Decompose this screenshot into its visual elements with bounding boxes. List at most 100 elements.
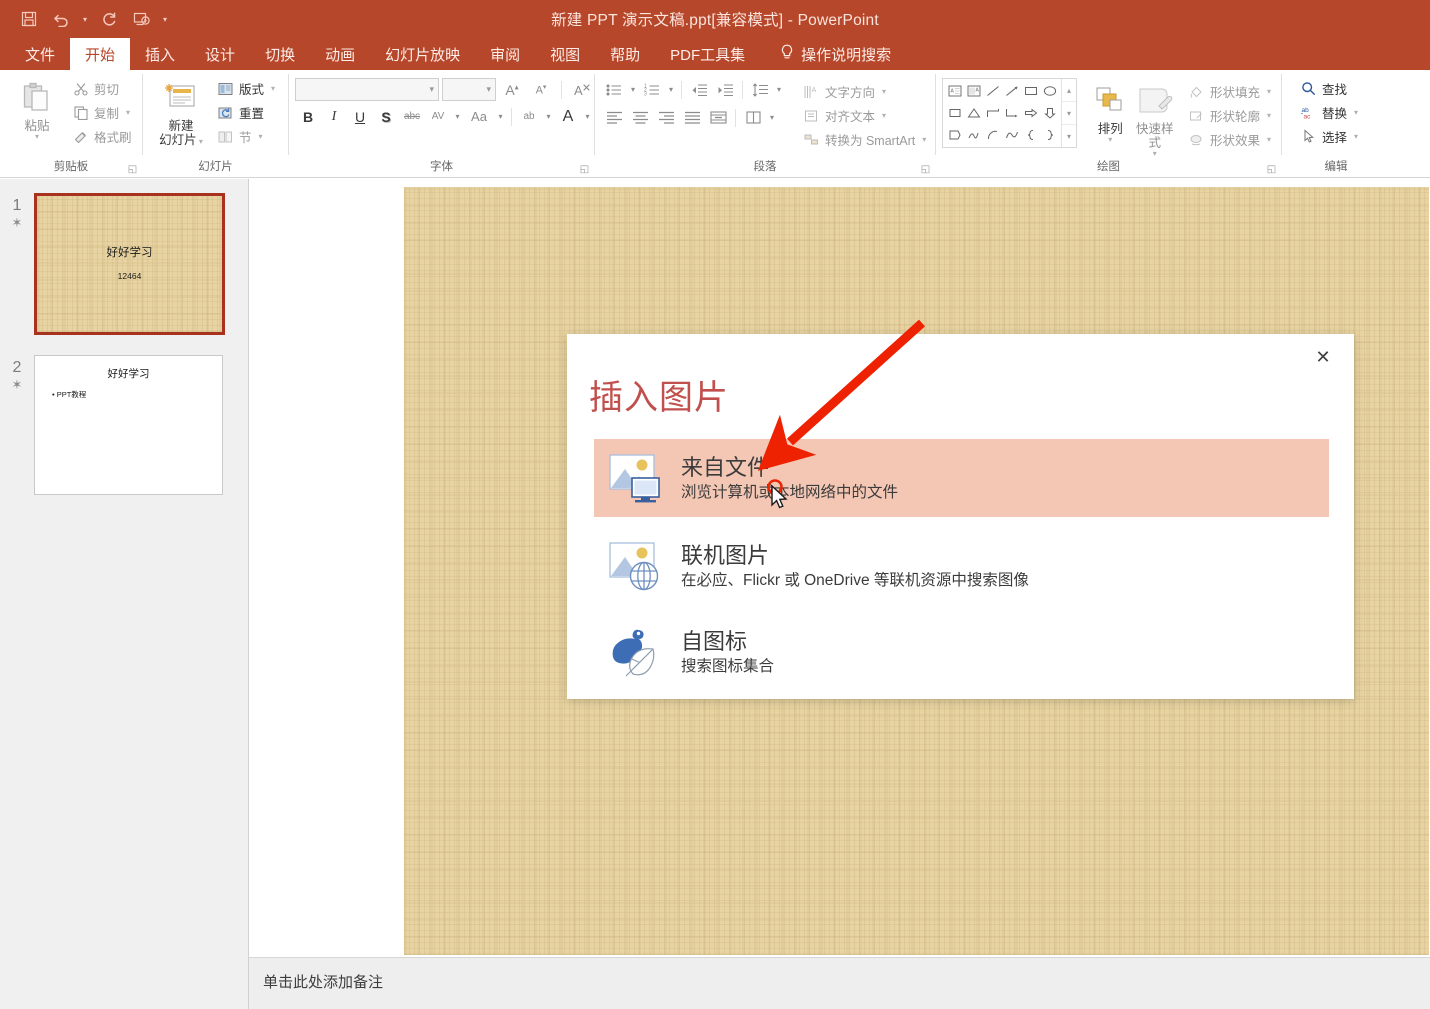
tab-animations[interactable]: 动画: [310, 38, 370, 70]
shape-down-arrow-icon[interactable]: [1040, 102, 1059, 124]
shape-effects-dropdown-icon[interactable]: ▾: [1267, 135, 1271, 144]
layout-dropdown-icon[interactable]: ▾: [271, 84, 275, 93]
slide-1-preview[interactable]: 好好学习 12464: [34, 193, 225, 335]
tell-me-search[interactable]: 操作说明搜索: [760, 38, 906, 70]
shape-arc-icon[interactable]: [983, 124, 1002, 146]
smartart-dropdown-icon[interactable]: ▾: [922, 135, 926, 144]
increase-font-size-button[interactable]: A▴: [499, 78, 525, 101]
shape-fill-dropdown-icon[interactable]: ▾: [1267, 87, 1271, 96]
copy-dropdown-icon[interactable]: ▾: [126, 108, 130, 117]
decrease-font-size-button[interactable]: A▾: [528, 78, 554, 101]
tab-view[interactable]: 视图: [535, 38, 595, 70]
shapes-gallery[interactable]: A A ▴ ▾ ▾: [942, 78, 1077, 148]
tab-design[interactable]: 设计: [190, 38, 250, 70]
text-columns-dropdown-icon[interactable]: ▾: [766, 106, 778, 129]
font-size-input[interactable]: ▾: [442, 78, 496, 101]
copy-button[interactable]: 复制 ▾: [68, 101, 136, 124]
font-name-input[interactable]: ▾: [295, 78, 439, 101]
select-button[interactable]: 选择 ▾: [1296, 125, 1362, 148]
shape-left-brace-icon[interactable]: [1021, 124, 1040, 146]
character-spacing-dropdown-icon[interactable]: ▾: [451, 105, 464, 128]
decrease-indent-button[interactable]: [686, 78, 712, 101]
shape-outline-button[interactable]: 形状轮廓 ▾: [1184, 104, 1275, 127]
numbering-dropdown-icon[interactable]: ▾: [665, 78, 677, 101]
bullets-dropdown-icon[interactable]: ▾: [627, 78, 639, 101]
text-highlight-button[interactable]: ab: [516, 105, 542, 128]
shape-arrow-icon[interactable]: [1002, 80, 1021, 102]
columns-button[interactable]: [705, 106, 731, 129]
tab-slideshow[interactable]: 幻灯片放映: [370, 38, 475, 70]
align-text-button[interactable]: 对齐文本 ▾: [799, 104, 930, 127]
tab-home[interactable]: 开始: [70, 38, 131, 70]
option-icons[interactable]: 自图标 搜索图标集合: [594, 613, 1329, 691]
line-spacing-dropdown-icon[interactable]: ▾: [773, 78, 785, 101]
cut-button[interactable]: 剪切: [68, 77, 136, 100]
tab-transitions[interactable]: 切换: [250, 38, 310, 70]
shape-oval-icon[interactable]: [1040, 80, 1059, 102]
increase-indent-button[interactable]: [712, 78, 738, 101]
shape-elbow-connector-icon[interactable]: [983, 102, 1002, 124]
shape-pentagon-icon[interactable]: [945, 124, 964, 146]
shape-right-arrow-icon[interactable]: [1021, 102, 1040, 124]
bullets-button[interactable]: [601, 78, 627, 101]
numbering-button[interactable]: 1 2 3: [639, 78, 665, 101]
align-left-button[interactable]: [601, 106, 627, 129]
shape-rectangle-icon[interactable]: [1021, 80, 1040, 102]
align-center-button[interactable]: [627, 106, 653, 129]
shape-scribble-icon[interactable]: [964, 124, 983, 146]
paragraph-dialog-launcher[interactable]: ◱: [920, 165, 931, 176]
strikethrough-button[interactable]: abc: [399, 105, 425, 128]
text-direction-button[interactable]: A 文字方向 ▾: [799, 80, 930, 103]
text-direction-dropdown-icon[interactable]: ▾: [882, 87, 886, 96]
text-highlight-dropdown-icon[interactable]: ▾: [542, 105, 555, 128]
justify-button[interactable]: [679, 106, 705, 129]
find-button[interactable]: 查找: [1296, 77, 1362, 100]
change-case-button[interactable]: Aa: [464, 105, 494, 128]
layout-button[interactable]: 版式 ▾: [213, 77, 279, 100]
reset-button[interactable]: 重置: [213, 101, 279, 124]
align-right-button[interactable]: [653, 106, 679, 129]
text-columns-button[interactable]: [740, 106, 766, 129]
underline-button[interactable]: U: [347, 105, 373, 128]
clipboard-dialog-launcher[interactable]: ◱: [127, 165, 138, 176]
shape-textbox-icon[interactable]: A: [945, 80, 964, 102]
font-dialog-launcher[interactable]: ◱: [579, 165, 590, 176]
tab-insert[interactable]: 插入: [130, 38, 190, 70]
shape-outline-dropdown-icon[interactable]: ▾: [1267, 111, 1271, 120]
tab-help[interactable]: 帮助: [595, 38, 655, 70]
italic-button[interactable]: I: [321, 105, 347, 128]
gallery-scroll-down-icon[interactable]: ▾: [1062, 102, 1076, 125]
tab-pdf-tools[interactable]: PDF工具集: [655, 38, 760, 70]
shape-right-brace-icon[interactable]: [1040, 124, 1059, 146]
shapes-gallery-scrollbar[interactable]: ▴ ▾ ▾: [1061, 79, 1076, 147]
shape-triangle-icon[interactable]: [964, 102, 983, 124]
slide-thumbnail-1[interactable]: 1 ✶ 好好学习 12464: [0, 193, 225, 335]
option-online-pictures[interactable]: 联机图片 在必应、Flickr 或 OneDrive 等联机资源中搜索图像: [594, 527, 1329, 605]
slide-thumbnail-2[interactable]: 2 ✶ 好好学习 • PPT教程: [0, 355, 223, 495]
shape-line-icon[interactable]: [983, 80, 1002, 102]
replace-button[interactable]: ab ac 替换 ▾: [1296, 101, 1362, 124]
gallery-expand-icon[interactable]: ▾: [1062, 125, 1076, 147]
clear-formatting-button[interactable]: A: [569, 78, 595, 101]
tab-file[interactable]: 文件: [10, 38, 70, 70]
drawing-dialog-launcher[interactable]: ◱: [1266, 165, 1277, 176]
tab-review[interactable]: 审阅: [475, 38, 535, 70]
format-painter-button[interactable]: 格式刷: [68, 125, 136, 148]
new-slide-button[interactable]: 新建 幻灯片 ▾: [149, 75, 213, 147]
select-dropdown-icon[interactable]: ▾: [1354, 132, 1358, 141]
shape-elbow-arrow-icon[interactable]: [1002, 102, 1021, 124]
arrange-button[interactable]: 排列 ▾: [1091, 78, 1130, 144]
character-spacing-button[interactable]: AV: [425, 105, 451, 128]
shape-square-icon[interactable]: [945, 102, 964, 124]
arrange-dropdown-icon[interactable]: ▾: [1108, 136, 1112, 144]
quick-styles-button[interactable]: 快速样式 ▾: [1134, 78, 1176, 158]
font-color-dropdown-icon[interactable]: ▾: [581, 105, 594, 128]
slide-2-preview[interactable]: 好好学习 • PPT教程: [34, 355, 223, 495]
quick-styles-dropdown-icon[interactable]: ▾: [1153, 150, 1157, 158]
bold-button[interactable]: B: [295, 105, 321, 128]
section-button[interactable]: 节 ▾: [213, 125, 279, 148]
gallery-scroll-up-icon[interactable]: ▴: [1062, 79, 1076, 102]
paste-dropdown-icon[interactable]: ▾: [35, 133, 39, 141]
replace-dropdown-icon[interactable]: ▾: [1354, 108, 1358, 117]
shape-fill-button[interactable]: 形状填充 ▾: [1184, 80, 1275, 103]
